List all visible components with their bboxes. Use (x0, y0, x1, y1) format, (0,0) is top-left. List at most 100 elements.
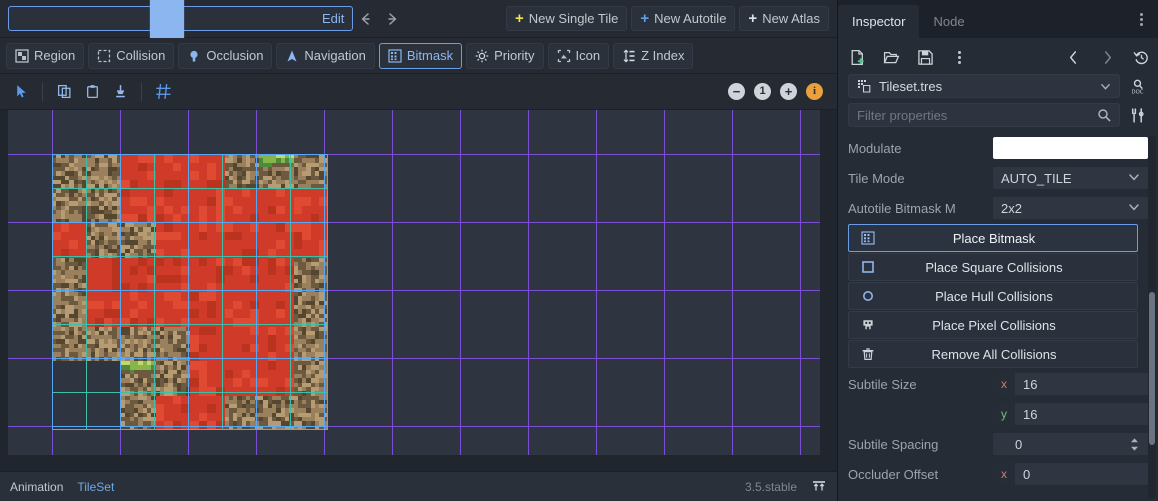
new-tile-buttons: + New Single Tile + New Autotile + New A… (506, 6, 829, 31)
inspector-toolbar (838, 42, 1158, 72)
new-single-tile-button[interactable]: + New Single Tile (506, 6, 628, 31)
history-next-icon[interactable] (1098, 48, 1116, 66)
subtile-spacing-field[interactable]: 0 (993, 433, 1148, 455)
collision-icon (97, 49, 111, 63)
place-square-collisions-button[interactable]: Place Square Collisions (848, 253, 1138, 281)
axis-x-label: x (993, 463, 1015, 485)
cursor-icon[interactable] (8, 79, 34, 105)
property-label: Modulate (848, 140, 902, 156)
history-icon[interactable] (1132, 48, 1150, 66)
nav-forward-button[interactable] (379, 6, 405, 32)
paste-icon[interactable] (79, 79, 105, 105)
tab-navigation[interactable]: Navigation (276, 42, 375, 69)
bitmask-grid-icon (855, 231, 881, 245)
zoom-info-button[interactable]: i (806, 83, 823, 100)
resource-name-label: Tileset.tres (879, 78, 943, 94)
remove-all-collisions-button[interactable]: Remove All Collisions (848, 340, 1138, 368)
editor-toolbar: − 1 + i (0, 74, 837, 110)
nav-back-button[interactable] (353, 6, 379, 32)
place-square-collisions-label: Place Square Collisions (925, 259, 1063, 275)
open-docs-icon[interactable]: DOC (1126, 75, 1148, 97)
history-previous-icon[interactable] (1064, 48, 1082, 66)
tab-collision[interactable]: Collision (88, 42, 175, 69)
tileset-canvas[interactable] (8, 110, 820, 455)
autotile-bitmask-mode-value: 2x2 (1001, 200, 1022, 216)
tab-icon[interactable]: Icon (547, 42, 610, 69)
grid-line-vertical (460, 110, 461, 455)
zoom-reset-button[interactable]: 1 (754, 83, 771, 100)
z-index-icon (622, 48, 636, 63)
tab-icon-label: Icon (575, 48, 601, 63)
property-label: Occluder Offset (848, 466, 939, 482)
place-hull-collisions-label: Place Hull Collisions (935, 288, 1053, 304)
new-resource-icon[interactable] (848, 48, 866, 66)
grid-snap-icon[interactable] (150, 79, 176, 105)
tile-mode-dropdown[interactable]: AUTO_TILE (993, 167, 1148, 189)
place-pixel-collisions-button[interactable]: Place Pixel Collisions (848, 311, 1138, 339)
search-input[interactable] (857, 107, 1097, 123)
modulate-color-swatch[interactable] (993, 137, 1148, 159)
property-row-autotile-bitmask-mode: Autotile Bitmask M 2x2 (838, 193, 1148, 223)
subtile-size-x-value: 16 (1023, 376, 1038, 392)
place-bitmask-button[interactable]: Place Bitmask (848, 224, 1138, 252)
place-hull-collisions-button[interactable]: Place Hull Collisions (848, 282, 1138, 310)
eraser-icon[interactable] (107, 79, 133, 105)
copy-icon[interactable] (51, 79, 77, 105)
zoom-controls: − 1 + i (728, 83, 829, 100)
trash-icon (855, 347, 881, 361)
grid-line-vertical (800, 110, 801, 455)
grid-line-vertical (392, 110, 393, 455)
tab-priority-label: Priority (494, 48, 535, 63)
property-row-occluder-offset: Occluder Offset x 0 (838, 459, 1148, 489)
tab-bitmask-label: Bitmask (406, 48, 454, 63)
tileset-panel-button[interactable]: TileSet (77, 480, 114, 494)
edit-button-label: Edit (322, 11, 345, 26)
tab-region[interactable]: Region (6, 42, 85, 69)
toolbar-divider (42, 82, 43, 101)
object-menu-icon[interactable] (1126, 104, 1148, 126)
tab-priority[interactable]: Priority (466, 42, 544, 69)
chevron-down-icon (1128, 201, 1140, 216)
save-resource-icon[interactable] (916, 48, 934, 66)
property-row-subtile-size-y: y 16 (838, 399, 1148, 429)
tab-inspector[interactable]: Inspector (838, 5, 920, 38)
new-atlas-button[interactable]: + New Atlas (739, 6, 829, 31)
svg-text:DOC: DOC (1131, 89, 1143, 94)
editor-status-bar: Animation TileSet 3.5.stable (0, 471, 837, 501)
tab-node[interactable]: Node (919, 5, 978, 38)
open-resource-icon[interactable] (882, 48, 900, 66)
edit-button[interactable]: Edit (8, 0, 354, 126)
grid-line-vertical (732, 110, 733, 455)
subtile-spacing-value: 0 (1015, 436, 1023, 452)
zoom-in-button[interactable]: + (780, 83, 797, 100)
new-autotile-button[interactable]: + New Autotile (631, 6, 736, 31)
resource-selector[interactable]: Tileset.tres (848, 74, 1120, 98)
zoom-out-button[interactable]: − (728, 83, 745, 100)
new-atlas-label: New Atlas (762, 11, 820, 26)
resource-extra-menu-icon[interactable] (950, 48, 968, 66)
animation-panel-button[interactable]: Animation (10, 480, 63, 494)
tab-bitmask[interactable]: Bitmask (378, 42, 463, 69)
chevron-down-icon[interactable] (1100, 81, 1111, 92)
subtile-size-x-field[interactable]: x 16 (993, 373, 1148, 395)
inspector-body: Tileset.tres DOC Filter properties Modul… (838, 38, 1158, 501)
tab-occlusion[interactable]: Occlusion (178, 42, 273, 69)
filter-properties-box[interactable] (848, 103, 1120, 127)
navigation-icon (285, 49, 299, 63)
grid-line-vertical (664, 110, 665, 455)
tile-mode-value: AUTO_TILE (1001, 170, 1072, 186)
occlusion-icon (187, 49, 201, 63)
spinner-arrows-icon[interactable] (1129, 437, 1140, 452)
search-icon[interactable] (1097, 108, 1111, 122)
occluder-offset-x-field[interactable]: x 0 (993, 463, 1148, 485)
subtile-size-y-field[interactable]: y 16 (993, 403, 1148, 425)
inspector-scrollbar[interactable] (1148, 135, 1156, 499)
kebab-menu-icon[interactable] (1132, 9, 1150, 29)
autotile-bitmask-mode-dropdown[interactable]: 2x2 (993, 197, 1148, 219)
remove-all-collisions-label: Remove All Collisions (931, 346, 1057, 362)
inspector-scrollbar-thumb[interactable] (1149, 292, 1155, 445)
tileset-texture[interactable] (52, 154, 328, 430)
bitmask-icon (388, 48, 402, 63)
expand-bottom-panel-icon[interactable] (811, 479, 827, 495)
tab-z-index[interactable]: Z Index (613, 42, 694, 69)
